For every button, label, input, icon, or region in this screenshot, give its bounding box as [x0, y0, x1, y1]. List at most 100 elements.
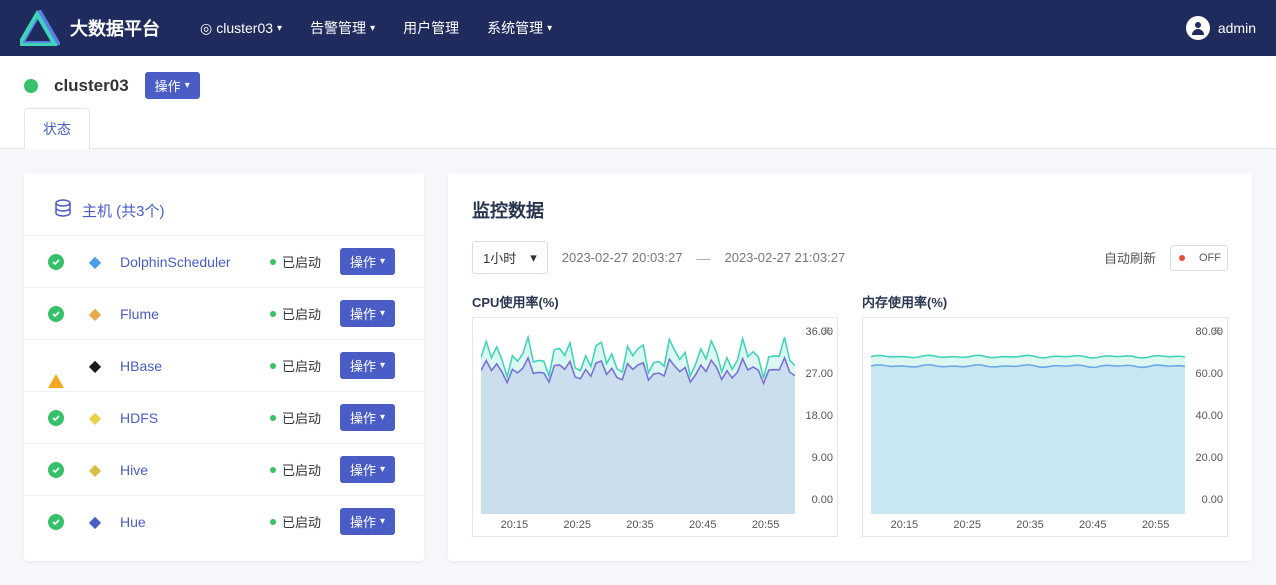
- x-tick-label: 20:25: [563, 519, 591, 531]
- toggle-state-label: OFF: [1199, 252, 1221, 264]
- chart: 内存使用率(%) ≡80.0060.0040.0020.000.0020:1520…: [862, 292, 1228, 537]
- x-axis: 20:1520:2520:3520:4520:55: [863, 514, 1227, 536]
- auto-refresh-label: 自动刷新: [1104, 248, 1156, 267]
- nav-cluster-selector[interactable]: ◎ cluster03 ▾: [200, 20, 282, 37]
- x-tick-label: 20:45: [689, 519, 717, 531]
- monitoring-title: 监控数据: [472, 197, 1228, 223]
- top-nav: 大数据平台 ◎ cluster03 ▾ 告警管理 ▾ 用户管理 系统管理 ▾ a…: [0, 0, 1276, 56]
- service-state: 已启动: [270, 460, 340, 479]
- chevron-down-icon: ▾: [380, 360, 385, 371]
- charts-row: CPU使用率(%)≡36.0027.0018.009.000.0020:1520…: [472, 292, 1228, 537]
- y-tick-label: 18.00: [801, 410, 833, 422]
- nav-item-alarm[interactable]: 告警管理 ▾: [310, 18, 375, 38]
- status-ok-icon: [48, 306, 64, 322]
- username: admin: [1218, 20, 1256, 36]
- service-state: 已启动: [270, 252, 340, 271]
- chart-menu-icon[interactable]: ≡: [1213, 322, 1221, 338]
- service-operate-button[interactable]: 操作 ▾: [340, 352, 395, 379]
- x-tick-label: 20:55: [752, 519, 780, 531]
- nav-item-system[interactable]: 系统管理 ▾: [487, 18, 552, 38]
- chevron-down-icon: ▾: [380, 464, 385, 475]
- toggle-indicator-icon: [1179, 255, 1185, 261]
- cluster-header: cluster03 操作 ▾: [0, 56, 1276, 107]
- state-dot-icon: [270, 519, 276, 525]
- service-state: 已启动: [270, 512, 340, 531]
- service-operate-button[interactable]: 操作 ▾: [340, 508, 395, 535]
- y-tick-label: 0.00: [801, 494, 833, 506]
- service-hdfs-icon: ◆: [84, 407, 106, 429]
- button-label: 操作: [350, 356, 376, 375]
- service-row: ◆Flume已启动操作▾: [24, 288, 424, 340]
- service-link[interactable]: DolphinScheduler: [120, 254, 231, 270]
- y-tick-label: 27.00: [801, 368, 833, 380]
- nav-item-users[interactable]: 用户管理: [403, 18, 459, 38]
- service-row: ◆Hue已启动操作▾: [24, 496, 424, 547]
- service-link[interactable]: Flume: [120, 306, 159, 322]
- button-label: 操作: [350, 512, 376, 531]
- chart-title: 内存使用率(%): [862, 292, 1228, 311]
- state-dot-icon: [270, 467, 276, 473]
- service-link[interactable]: HDFS: [120, 410, 158, 426]
- chart: CPU使用率(%)≡36.0027.0018.009.000.0020:1520…: [472, 292, 838, 537]
- service-state: 已启动: [270, 304, 340, 323]
- service-hive-icon: ◆: [84, 459, 106, 481]
- x-tick-label: 20:55: [1142, 519, 1170, 531]
- monitoring-controls: 1小时 ▾ 2023-02-27 20:03:27 — 2023-02-27 2…: [472, 241, 1228, 274]
- button-label: 操作: [155, 76, 181, 95]
- service-row: ◆ DolphinScheduler 已启动操作▾: [24, 236, 424, 288]
- x-axis: 20:1520:2520:3520:4520:55: [473, 514, 837, 536]
- time-range-select[interactable]: 1小时 ▾: [472, 241, 548, 274]
- y-tick-label: 9.00: [801, 452, 833, 464]
- chevron-down-icon: ▾: [547, 23, 552, 34]
- brand[interactable]: 大数据平台: [20, 10, 160, 46]
- service-row: ◆ Hive 已启动操作 ▾: [24, 444, 424, 496]
- service-link[interactable]: HBase: [120, 358, 162, 374]
- chart-menu-icon[interactable]: ≡: [823, 322, 831, 338]
- x-tick-label: 20:15: [891, 519, 919, 531]
- brand-title: 大数据平台: [70, 15, 160, 41]
- auto-refresh-toggle[interactable]: OFF: [1170, 245, 1228, 271]
- cluster-operate-button[interactable]: 操作 ▾: [145, 72, 200, 99]
- service-operate-button[interactable]: 操作▾: [340, 300, 395, 327]
- database-icon: [54, 199, 72, 221]
- service-row: ◆HBase已启动操作▾: [24, 340, 424, 392]
- service-operate-button[interactable]: 操作▾: [340, 404, 395, 431]
- y-tick-label: 60.00: [1191, 368, 1223, 380]
- chart-canvas: [481, 326, 795, 514]
- user-menu[interactable]: admin: [1186, 16, 1256, 40]
- chevron-down-icon: ▾: [380, 256, 385, 267]
- status-ok-icon: [48, 410, 64, 426]
- nav-item-label: 系统管理: [487, 18, 543, 38]
- service-dolphin-icon: ◆: [84, 251, 106, 273]
- service-hbase-icon: ◆: [84, 355, 106, 377]
- service-state: 已启动: [270, 408, 340, 427]
- hosts-link[interactable]: 主机 (共3个): [24, 185, 424, 236]
- y-axis: 36.0027.0018.009.000.00: [797, 318, 837, 514]
- button-label: 操作: [350, 304, 376, 323]
- chart-area: ≡36.0027.0018.009.000.0020:1520:2520:352…: [472, 317, 838, 537]
- services-panel: 主机 (共3个) ◆DolphinScheduler已启动操作▾◆Flume已启…: [24, 173, 424, 561]
- brand-logo-icon: [20, 10, 60, 46]
- service-operate-button[interactable]: 操作 ▾: [340, 456, 395, 483]
- time-separator: —: [696, 250, 710, 266]
- status-ok-icon: [48, 254, 64, 270]
- chevron-down-icon: ▾: [380, 516, 385, 527]
- service-operate-button[interactable]: 操作▾: [340, 248, 395, 275]
- status-ok-icon: [48, 514, 64, 530]
- monitoring-panel: 监控数据 1小时 ▾ 2023-02-27 20:03:27 — 2023-02…: [448, 173, 1252, 561]
- nav-cluster-label: cluster03: [216, 20, 273, 36]
- state-dot-icon: [270, 363, 276, 369]
- button-label: 操作: [350, 460, 376, 479]
- time-to: 2023-02-27 21:03:27: [724, 250, 845, 265]
- chevron-down-icon: ▾: [185, 80, 190, 91]
- x-tick-label: 20:45: [1079, 519, 1107, 531]
- chevron-down-icon: ▾: [530, 250, 537, 266]
- chart-canvas: [871, 326, 1185, 514]
- chevron-down-icon: ▾: [370, 23, 375, 34]
- service-link[interactable]: Hive: [120, 462, 148, 478]
- service-link[interactable]: Hue: [120, 514, 146, 530]
- x-tick-label: 20:15: [501, 519, 529, 531]
- chart-area: ≡80.0060.0040.0020.000.0020:1520:2520:35…: [862, 317, 1228, 537]
- chart-title: CPU使用率(%): [472, 292, 838, 311]
- tab-status[interactable]: 状态: [24, 108, 90, 149]
